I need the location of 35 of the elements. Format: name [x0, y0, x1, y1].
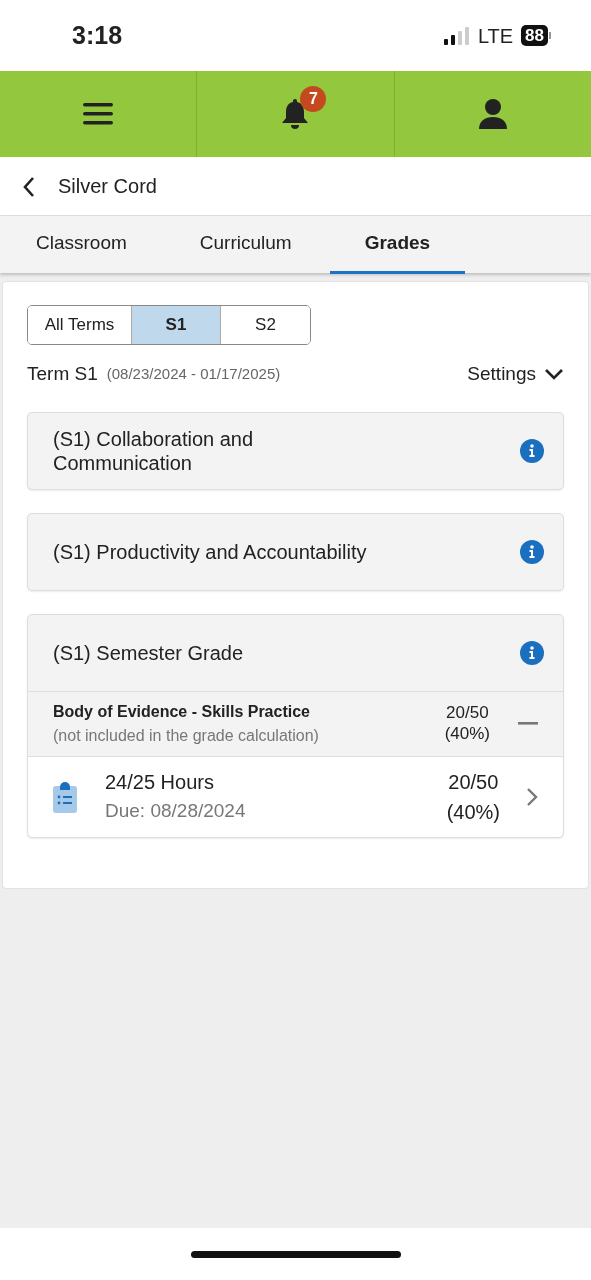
tab[interactable]: Classroom [36, 216, 127, 274]
tab[interactable]: Grades [329, 216, 466, 274]
category-title: (S1) Productivity and Accountability [53, 539, 367, 564]
time: 3:18 [72, 19, 123, 51]
assignment-title: 24/25 Hours [105, 770, 215, 796]
signal-icon [443, 26, 470, 45]
group-percent: (40%) [444, 723, 490, 744]
assignment-score: 20/50 [447, 769, 500, 795]
menu-button[interactable] [83, 101, 114, 127]
notification-badge: 7 [300, 86, 327, 112]
group-score: 20/50 [445, 703, 490, 724]
info-icon[interactable] [519, 538, 545, 565]
group-note: (not included in the grade calculation) [53, 725, 320, 746]
tab[interactable]: Curriculum [199, 216, 292, 274]
term-segment[interactable]: S1 [132, 306, 221, 344]
notifications-button[interactable] [280, 98, 311, 130]
term-dates: (08/23/2024 - 01/17/2025) [106, 364, 281, 384]
network-label: LTE [477, 23, 514, 49]
group-title: Body of Evidence - Skills Practice [53, 701, 311, 722]
term-segment[interactable]: All Terms [28, 306, 132, 344]
due-date: Due: 08/28/2024 [105, 799, 247, 824]
battery-indicator: 88 [521, 25, 548, 46]
chevron-down-icon [544, 368, 564, 381]
page-title: Silver Cord [58, 174, 157, 199]
settings-dropdown[interactable]: Settings [467, 360, 564, 389]
info-icon[interactable] [519, 437, 545, 464]
assignment-percent: (40%) [446, 799, 500, 825]
term-name: Term S1 [27, 362, 98, 386]
category-title: (S1) Semester Grade [53, 640, 244, 665]
clipboard-icon [53, 780, 77, 813]
home-indicator[interactable] [190, 1250, 401, 1258]
chevron-right-icon[interactable] [526, 786, 538, 807]
info-icon[interactable] [519, 639, 545, 666]
profile-button[interactable] [477, 98, 508, 130]
category-title: (S1) Collaboration and Communication [53, 426, 255, 475]
